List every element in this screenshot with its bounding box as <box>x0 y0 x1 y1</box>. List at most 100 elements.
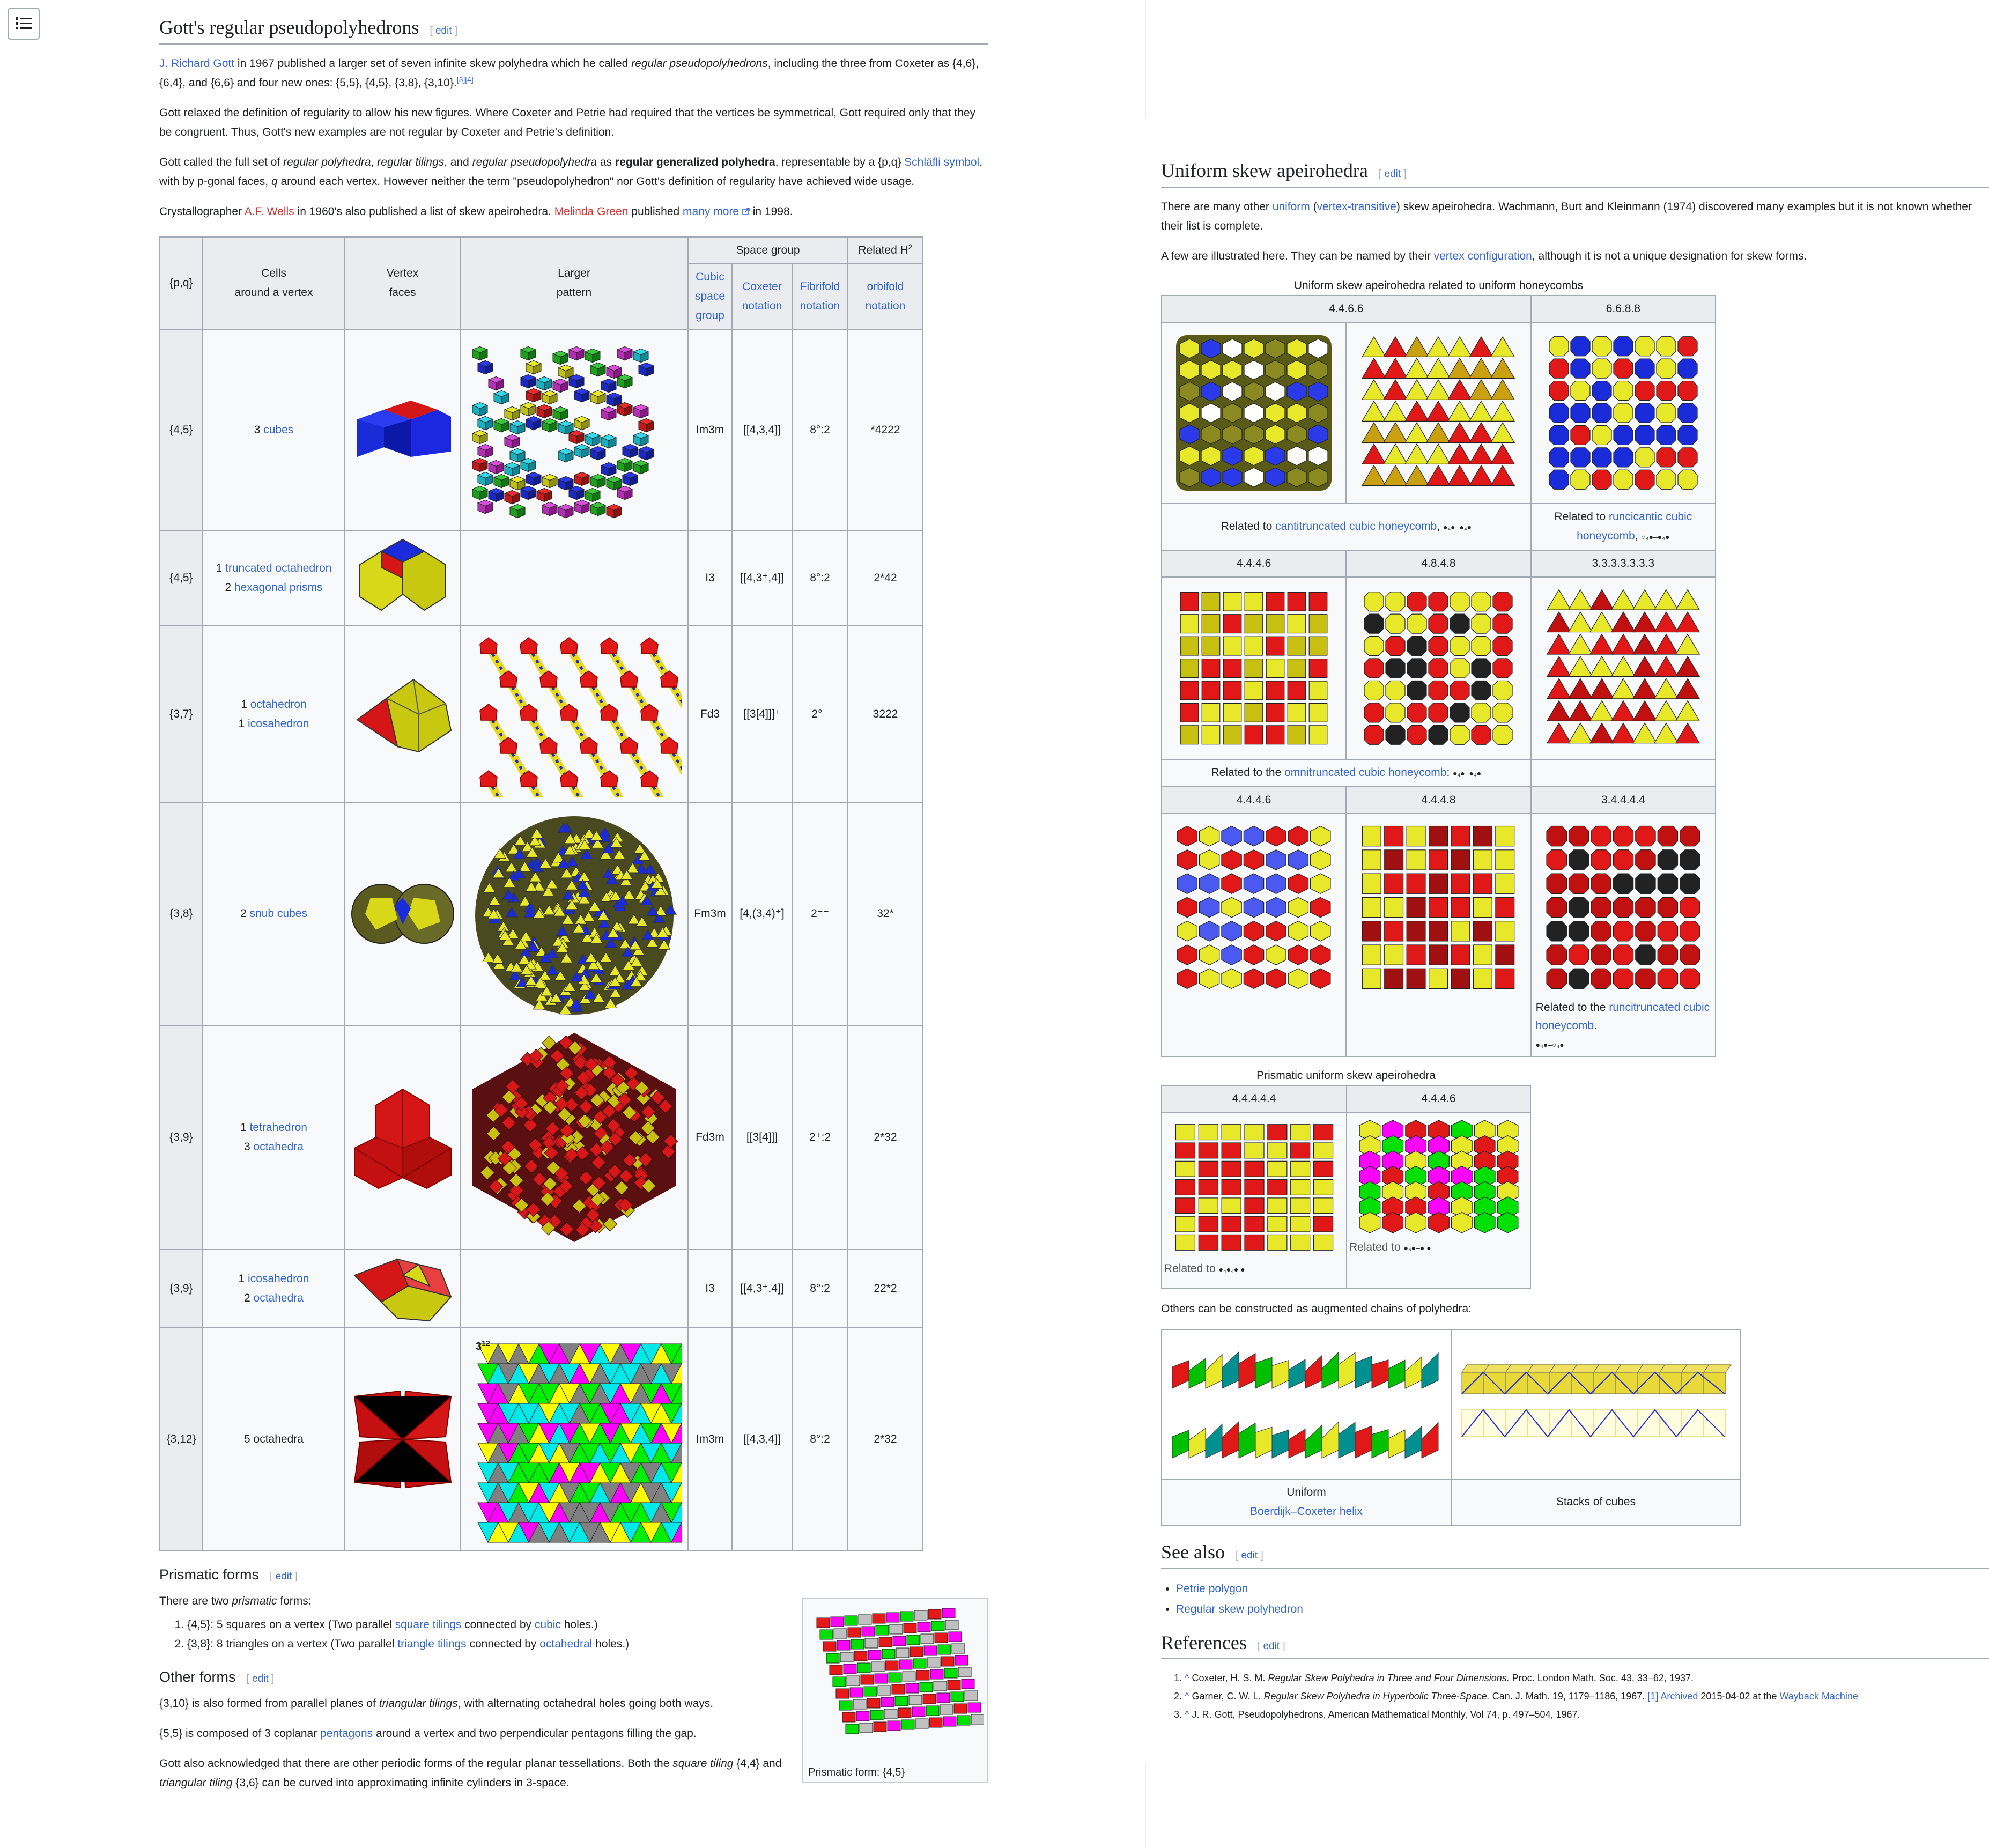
apeirohedron-image[interactable] <box>1168 816 1340 999</box>
link-icosahedron[interactable]: icosahedron <box>248 718 309 730</box>
edit-link[interactable]: [ edit ] <box>1379 168 1407 180</box>
row-header: {4,5} <box>159 530 203 626</box>
apeirohedron-image[interactable] <box>1355 330 1521 496</box>
section-heading-uniform: Uniform skew apeirohedra[ edit ] <box>1161 158 1989 188</box>
link-schlafli-symbol[interactable]: Schläfli symbol <box>904 156 979 168</box>
backlink[interactable]: ^ <box>1185 1673 1189 1683</box>
toc-button[interactable] <box>8 8 40 40</box>
link-cubic-space-group[interactable]: Cubic space group <box>695 271 725 322</box>
link-cubes[interactable]: cubes <box>263 424 293 436</box>
edit-link[interactable]: [ edit ] <box>1236 1550 1263 1561</box>
edit-link[interactable]: [ edit ] <box>270 1571 298 1582</box>
backlink[interactable]: ^ <box>1185 1709 1189 1720</box>
col-header: Larger pattern <box>460 236 689 330</box>
apeirohedron-image[interactable] <box>1355 582 1521 754</box>
link-octahedron[interactable]: octahedron <box>250 698 307 711</box>
link-truncated-octahedron[interactable]: truncated octahedron <box>225 562 331 574</box>
link-uniform[interactable]: uniform <box>1273 201 1310 213</box>
apeirohedron-image[interactable] <box>1350 1115 1527 1238</box>
table-caption: Uniform skew apeirohedra related to unif… <box>1293 279 1584 292</box>
link-tetrahedron[interactable]: tetrahedron <box>250 1121 307 1134</box>
link-fibrifold-notation[interactable]: Fibrifold notation <box>800 280 840 312</box>
edit-link[interactable]: [ edit ] <box>247 1673 275 1684</box>
link-ref-1[interactable]: [1] <box>1647 1691 1658 1702</box>
link-petrie-polygon[interactable]: Petrie polygon <box>1176 1583 1248 1595</box>
cell: 2*32 <box>847 1024 923 1250</box>
reference-item: ^ Coxeter, H. S. M. Regular Skew Polyhed… <box>1185 1669 1989 1687</box>
paragraph: Gott called the full set of regular poly… <box>159 156 983 188</box>
apeirohedron-image[interactable] <box>1540 327 1706 499</box>
link-triangle-tilings[interactable]: triangle tilings <box>397 1638 466 1650</box>
link-omnitruncated-cubic-honeycomb[interactable]: omnitruncated cubic honeycomb <box>1284 766 1446 779</box>
right-column: Uniform skew apeirohedra[ edit ] There a… <box>1160 158 1989 1732</box>
edit-link[interactable]: [ edit ] <box>1258 1640 1285 1652</box>
apeirohedron-image[interactable] <box>1352 816 1524 999</box>
link-boerdijk-coxeter-helix[interactable]: Boerdijk–Coxeter helix <box>1250 1505 1363 1518</box>
chains-table: Uniform Boerdijk–Coxeter helix Stacks of … <box>1161 1329 1741 1526</box>
apeirohedron-image[interactable] <box>1540 582 1706 754</box>
cell: 5 octahedra <box>202 1327 345 1551</box>
larger-pattern-image[interactable] <box>467 631 682 797</box>
table-row: {3,9} 1 tetrahedron 3 octahedra Fd3m [[3[… <box>159 1024 923 1250</box>
link-coxeter-notation[interactable]: Coxeter notation <box>742 280 782 312</box>
link-pentagons[interactable]: pentagons <box>320 1727 373 1740</box>
col-header: 4.4.4.4.4 <box>1161 1084 1347 1113</box>
backlink[interactable]: ^ <box>1185 1691 1189 1702</box>
larger-pattern-image[interactable] <box>467 334 682 527</box>
apeirohedron-image[interactable] <box>1166 1115 1343 1260</box>
cell-caption: Related to runcicantic cubic honeycomb, … <box>1530 502 1717 551</box>
link-hexagonal-prisms[interactable]: hexagonal prisms <box>234 581 323 594</box>
stacks-of-cubes-image[interactable] <box>1456 1346 1735 1463</box>
vertex-figure-image[interactable] <box>349 1386 456 1493</box>
link-vertex-transitive[interactable]: vertex-transitive <box>1317 201 1396 213</box>
col-header: Space group <box>687 236 848 264</box>
larger-pattern-image[interactable] <box>467 808 682 1020</box>
link-orbifold-notation[interactable]: orbifold notation <box>866 280 906 312</box>
vertex-figure-image[interactable] <box>349 876 456 951</box>
cell-caption: Related to the omnitruncated cubic honey… <box>1161 758 1532 787</box>
link-snub-cubes[interactable]: snub cubes <box>250 907 307 920</box>
link-melinda-green[interactable]: Melinda Green <box>554 205 629 218</box>
uniform-honeycomb-table: 4.4.6.6 6.6.8.8 Related to cantitruncated… <box>1160 294 1717 1057</box>
link-cubic[interactable]: cubic <box>535 1618 561 1631</box>
link-icosahedron[interactable]: icosahedron <box>248 1273 309 1285</box>
col-header: 4.4.6.6 <box>1161 294 1532 323</box>
link-octahedra[interactable]: octahedra <box>254 1292 304 1304</box>
col-header: 4.4.4.6 <box>1160 786 1347 814</box>
boerdijk-coxeter-helix-image[interactable] <box>1167 1335 1446 1474</box>
citation-link[interactable]: [3][4] <box>457 75 474 84</box>
link-octahedral[interactable]: octahedral <box>539 1638 592 1650</box>
references-viewport[interactable]: ^ Coxeter, H. S. M. Regular Skew Polyhed… <box>1161 1669 1989 1732</box>
larger-pattern-image[interactable] <box>467 1333 682 1545</box>
vertex-figure-image[interactable] <box>349 1254 456 1324</box>
cell: *4222 <box>847 328 923 531</box>
link-many-more[interactable]: many more <box>683 205 750 218</box>
cell: Fd3m <box>687 1024 733 1250</box>
link-wayback-machine[interactable]: Wayback Machine <box>1779 1691 1858 1702</box>
apeirohedron-image[interactable] <box>1171 582 1337 754</box>
link-regular-skew-polyhedron[interactable]: Regular skew polyhedron <box>1176 1603 1303 1615</box>
apeirohedron-image[interactable] <box>1171 330 1337 496</box>
link-archived[interactable]: Archived <box>1660 1691 1698 1702</box>
apeirohedron-image[interactable] <box>1537 816 1709 999</box>
link-square-tilings[interactable]: square tilings <box>395 1618 462 1631</box>
vertex-figure-image[interactable] <box>349 535 456 621</box>
link-vertex-configuration[interactable]: vertex configuration <box>1434 250 1532 262</box>
coxeter-diagram-icon: ●₆●–● ● <box>1403 1243 1431 1252</box>
link-richard-gott[interactable]: J. Richard Gott <box>159 57 234 70</box>
cell: 2*32 <box>847 1327 923 1551</box>
cell: [[4,3⁺,4]] <box>731 530 793 626</box>
larger-pattern-image[interactable] <box>467 1030 682 1245</box>
prismatic-form-image[interactable] <box>806 1602 985 1757</box>
column-divider <box>1145 0 1146 118</box>
cell: [[4,3,4]] <box>731 328 793 531</box>
link-cantitruncated-cubic-honeycomb[interactable]: cantitruncated cubic honeycomb <box>1275 520 1437 533</box>
reference-item: ^ J. R. Gott, Pseudopolyhedrons, America… <box>1185 1705 1989 1724</box>
link-af-wells[interactable]: A.F. Wells <box>245 205 294 218</box>
row-header: {4,5} <box>159 328 203 531</box>
edit-link[interactable]: [ edit ] <box>430 25 457 36</box>
link-octahedra[interactable]: octahedra <box>254 1141 304 1153</box>
vertex-figure-image[interactable] <box>349 671 456 757</box>
vertex-figure-image[interactable] <box>352 398 454 462</box>
vertex-figure-image[interactable] <box>349 1084 456 1191</box>
